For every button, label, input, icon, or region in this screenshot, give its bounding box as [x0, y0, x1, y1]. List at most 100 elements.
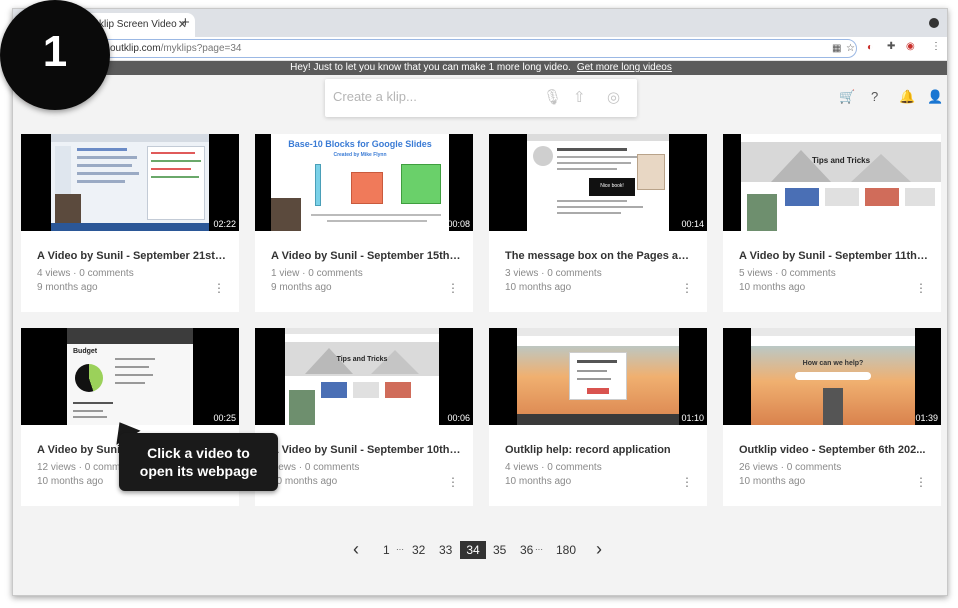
thumb-heading: Budget	[73, 348, 98, 355]
puzzle-icon[interactable]: ✚	[887, 41, 895, 52]
cart-icon[interactable]: 🛒	[839, 89, 855, 105]
create-klip-box: 🎙 ⇧ ◎	[325, 79, 637, 117]
video-title[interactable]: A Video by Sunil - September 11th ...	[739, 250, 929, 262]
microphone-icon[interactable]: 🎙	[543, 88, 562, 106]
bell-icon[interactable]: 🔔	[899, 89, 915, 105]
video-age: 10 months ago	[37, 476, 104, 487]
video-age: 10 months ago	[739, 476, 806, 487]
video-stats: 26 views · 0 comments	[739, 462, 842, 473]
user-icon[interactable]: 👤	[927, 89, 943, 105]
video-title[interactable]: A Video by Sunil - September 15th ...	[271, 250, 461, 262]
video-card[interactable]: Tips and Tricks 00:06 A Video by Sunil -…	[255, 328, 473, 506]
bookmark-star-icon[interactable]: ☆	[846, 43, 855, 54]
video-thumbnail[interactable]: How can we help? 01:39	[723, 328, 941, 425]
qr-code-icon[interactable]: ▦	[832, 43, 841, 54]
page-ellipsis: ···	[396, 545, 404, 554]
video-age: 10 months ago	[739, 282, 806, 293]
video-duration: 00:08	[447, 219, 470, 229]
video-duration: 02:22	[213, 219, 236, 229]
address-bar[interactable]: outklip.com/myklips?page=34 ▦ ☆	[89, 39, 857, 58]
callout-line-2: open its webpage	[139, 463, 258, 479]
video-title[interactable]: Outklip help: record application	[505, 444, 695, 456]
banner-text: Hey! Just to let you know that you can m…	[290, 62, 571, 73]
page-link[interactable]: 36	[520, 541, 533, 559]
video-title[interactable]: Outklip video - September 6th 202...	[739, 444, 929, 456]
current-page[interactable]: 34	[460, 541, 486, 559]
chrome-icon[interactable]: ◎	[607, 88, 620, 106]
video-age: 9 months ago	[37, 282, 98, 293]
video-age: 9 months ago	[271, 282, 332, 293]
thumb-title: Base-10 Blocks for Google Slides	[288, 139, 432, 149]
video-stats: 3 views · 0 comments	[505, 268, 602, 279]
more-options-icon[interactable]: ⋮	[915, 475, 927, 489]
next-page-icon[interactable]: ›	[596, 540, 602, 558]
page-link[interactable]: 35	[493, 541, 506, 559]
video-thumbnail[interactable]: Budget 00:25	[21, 328, 239, 425]
more-options-icon[interactable]: ⋮	[447, 475, 459, 489]
upgrade-banner: Hey! Just to let you know that you can m…	[13, 61, 947, 75]
video-stats: 4 views · 0 comments	[505, 462, 602, 473]
create-klip-input[interactable]	[333, 89, 533, 104]
page-ellipsis: ···	[535, 545, 543, 554]
more-options-icon[interactable]: ⋮	[447, 281, 459, 295]
prev-page-icon[interactable]: ‹	[353, 540, 359, 558]
tab-bar: klip Screen Video ✕ +	[13, 9, 947, 37]
outklip-extension-icon[interactable]: ◉	[906, 41, 915, 52]
app-header: 🎙 ⇧ ◎ 🛒 ? 🔔 👤	[13, 75, 947, 127]
video-duration: 00:14	[681, 219, 704, 229]
thumb-heading: How can we help?	[802, 360, 864, 367]
page-link[interactable]: 32	[412, 541, 425, 559]
video-duration: 00:25	[213, 413, 236, 423]
step-badge: 1	[0, 0, 110, 110]
video-card[interactable]: Tips and Tricks 00:18 A Video by Sunil -…	[723, 134, 941, 312]
menu-dots-icon[interactable]: ⋮	[931, 41, 941, 52]
thumb-speech-text: Nice book!	[600, 183, 624, 189]
browser-window: klip Screen Video ✕ + outklip.com/myklip…	[12, 8, 948, 596]
video-stats: 1 view · 0 comments	[271, 268, 363, 279]
instruction-callout: Click a video to open its webpage	[119, 433, 278, 491]
video-duration: 01:39	[915, 413, 938, 423]
thumb-heading: Tips and Tricks	[336, 356, 388, 363]
pagination: ‹ 1 ··· 32 33 34 35 36 ··· 180 ›	[353, 540, 613, 559]
video-duration: 01:10	[681, 413, 704, 423]
video-duration: 00:06	[447, 413, 470, 423]
video-thumbnail[interactable]: Tips and Tricks 00:06	[255, 328, 473, 425]
video-card[interactable]: Nice book! 00:14 The message box on the …	[489, 134, 707, 312]
more-options-icon[interactable]: ⋮	[213, 281, 225, 295]
video-thumbnail[interactable]: 02:22	[21, 134, 239, 231]
page-link[interactable]: 33	[439, 541, 452, 559]
page-link[interactable]: 1	[383, 541, 390, 559]
video-stats: 5 views · 0 comments	[739, 268, 836, 279]
video-title[interactable]: A Video by Sunil - September 21st ...	[37, 250, 227, 262]
callout-line-1: Click a video to	[147, 445, 250, 461]
video-card[interactable]: How can we help? 01:39 Outklip video - S…	[723, 328, 941, 506]
video-thumbnail[interactable]: 01:10	[489, 328, 707, 425]
video-stats: 4 views · 0 comments	[37, 268, 134, 279]
video-card[interactable]: 02:22 A Video by Sunil - September 21st …	[21, 134, 239, 312]
video-title[interactable]: A Video by Sunil - September 10th ...	[271, 444, 461, 456]
video-age: 10 months ago	[271, 476, 338, 487]
video-card[interactable]: Base-10 Blocks for Google Slides Created…	[255, 134, 473, 312]
upload-icon[interactable]: ⇧	[573, 88, 586, 106]
extension-icon[interactable]: ◐	[867, 42, 873, 53]
browser-toolbar: outklip.com/myklips?page=34 ▦ ☆ ◐ ✚ ◉ ⋮	[13, 37, 947, 61]
video-thumbnail[interactable]: Nice book! 00:14	[489, 134, 707, 231]
more-options-icon[interactable]: ⋮	[915, 281, 927, 295]
video-thumbnail[interactable]: Tips and Tricks 00:18	[723, 134, 941, 231]
video-thumbnail[interactable]: Base-10 Blocks for Google Slides Created…	[255, 134, 473, 231]
more-options-icon[interactable]: ⋮	[681, 281, 693, 295]
tab-title: klip Screen Video	[99, 19, 177, 30]
profile-icon[interactable]	[929, 18, 939, 28]
video-age: 10 months ago	[505, 476, 572, 487]
new-tab-button[interactable]: +	[181, 14, 190, 31]
video-card[interactable]: 01:10 Outklip help: record application 4…	[489, 328, 707, 506]
get-more-long-videos-link[interactable]: Get more long videos	[577, 62, 672, 73]
video-age: 10 months ago	[505, 282, 572, 293]
video-stats: views · 0 comments	[271, 462, 360, 473]
video-title[interactable]: The message box on the Pages app ...	[505, 250, 695, 262]
url-host: outklip.com	[110, 43, 161, 54]
more-options-icon[interactable]: ⋮	[681, 475, 693, 489]
help-icon[interactable]: ?	[871, 89, 878, 104]
page-link[interactable]: 180	[556, 541, 576, 559]
url-path: /myklips?page=34	[160, 43, 242, 54]
